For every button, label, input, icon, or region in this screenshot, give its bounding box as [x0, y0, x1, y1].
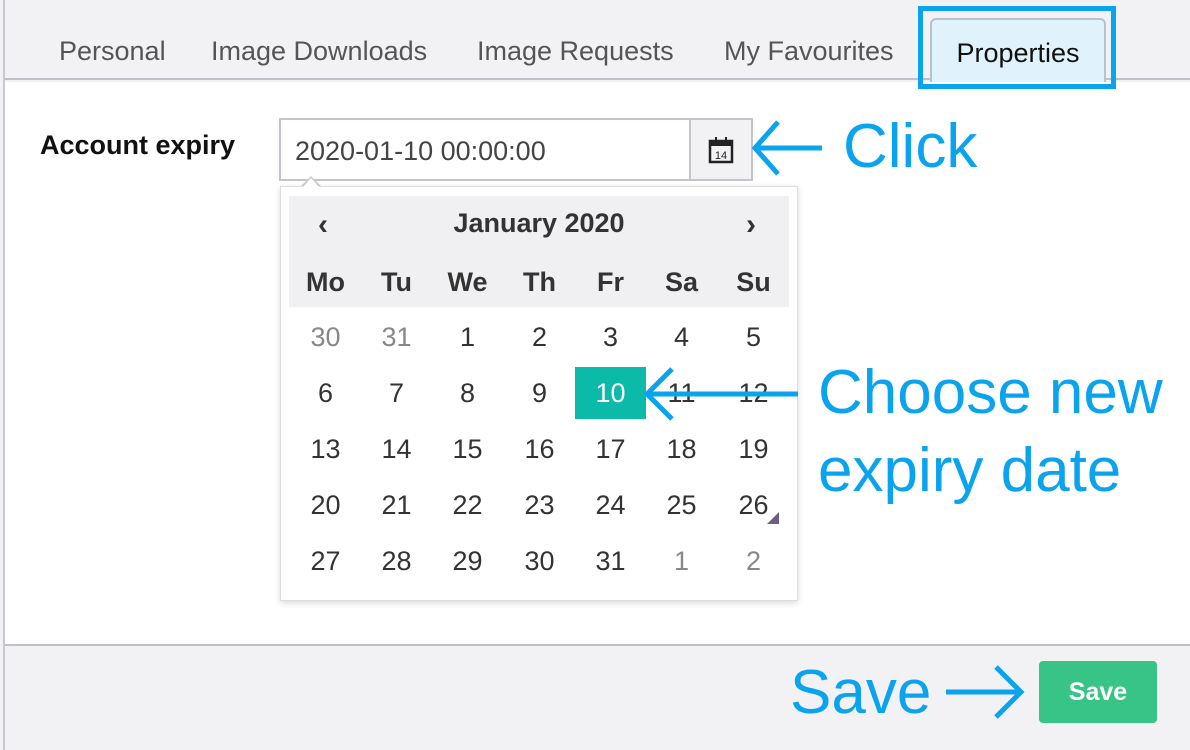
month-title[interactable]: January 2020: [289, 208, 789, 239]
popup-caret-inner: [303, 178, 319, 187]
day-cell[interactable]: 30: [290, 311, 361, 363]
weekday-label: Su: [736, 266, 771, 297]
day-cell[interactable]: 5: [718, 311, 789, 363]
weekday-label: Fr: [597, 266, 624, 297]
day-cell[interactable]: 2: [504, 311, 575, 363]
day-cell[interactable]: 29: [432, 535, 503, 587]
day-cell[interactable]: 12: [718, 367, 789, 419]
highlight-box: [918, 6, 1116, 89]
day-cell[interactable]: 30: [504, 535, 575, 587]
day-cell[interactable]: 7: [361, 367, 432, 419]
account-expiry-label: Account expiry: [40, 130, 236, 160]
tab-image-requests[interactable]: Image Requests: [477, 36, 674, 67]
day-cell[interactable]: 1: [646, 535, 717, 587]
day-cell[interactable]: 15: [432, 423, 503, 475]
day-cell[interactable]: 1: [432, 311, 503, 363]
day-cell[interactable]: 19: [718, 423, 789, 475]
day-cell[interactable]: 31: [361, 311, 432, 363]
day-cell[interactable]: 3: [575, 311, 646, 363]
day-cell[interactable]: 22: [432, 479, 503, 531]
day-cell[interactable]: 25: [646, 479, 717, 531]
day-cell[interactable]: 2: [718, 535, 789, 587]
tab-image-downloads[interactable]: Image Downloads: [211, 36, 427, 67]
svg-text:14: 14: [715, 150, 727, 162]
tab-my-favourites[interactable]: My Favourites: [724, 36, 894, 67]
save-button[interactable]: Save: [1039, 661, 1157, 723]
day-cell[interactable]: 16: [504, 423, 575, 475]
day-cell[interactable]: 28: [361, 535, 432, 587]
day-cell[interactable]: 27: [290, 535, 361, 587]
weekday-label: Mo: [306, 266, 345, 297]
annotation-choose-line1: Choose new: [818, 358, 1163, 427]
tab-personal[interactable]: Personal: [59, 36, 166, 67]
annotation-save: Save: [790, 658, 932, 727]
day-cell[interactable]: 17: [575, 423, 646, 475]
day-cell[interactable]: 13: [290, 423, 361, 475]
day-cell[interactable]: 11: [646, 367, 717, 419]
calendar-button[interactable]: 14: [689, 118, 753, 181]
day-cell[interactable]: 31: [575, 535, 646, 587]
day-cell[interactable]: 18: [646, 423, 717, 475]
day-cell[interactable]: 4: [646, 311, 717, 363]
day-cell[interactable]: 8: [432, 367, 503, 419]
annotation-choose-line2: expiry date: [818, 436, 1122, 505]
day-cell[interactable]: 21: [361, 479, 432, 531]
day-cell[interactable]: 23: [504, 479, 575, 531]
annotation-click: Click: [843, 112, 978, 181]
day-cell[interactable]: 24: [575, 479, 646, 531]
weekday-label: Sa: [664, 266, 699, 297]
day-cell[interactable]: 20: [290, 479, 361, 531]
weekday-label: Tu: [381, 266, 412, 297]
account-expiry-input[interactable]: 2020-01-10 00:00:00: [279, 118, 691, 181]
weekday-label: Th: [523, 266, 556, 297]
weekday-label: We: [447, 266, 488, 297]
calendar-icon: 14: [708, 136, 734, 163]
day-cell-selected[interactable]: 10: [575, 367, 646, 419]
resize-corner: [767, 512, 779, 524]
day-cell[interactable]: 14: [361, 423, 432, 475]
day-cell[interactable]: 9: [504, 367, 575, 419]
day-cell[interactable]: 6: [290, 367, 361, 419]
